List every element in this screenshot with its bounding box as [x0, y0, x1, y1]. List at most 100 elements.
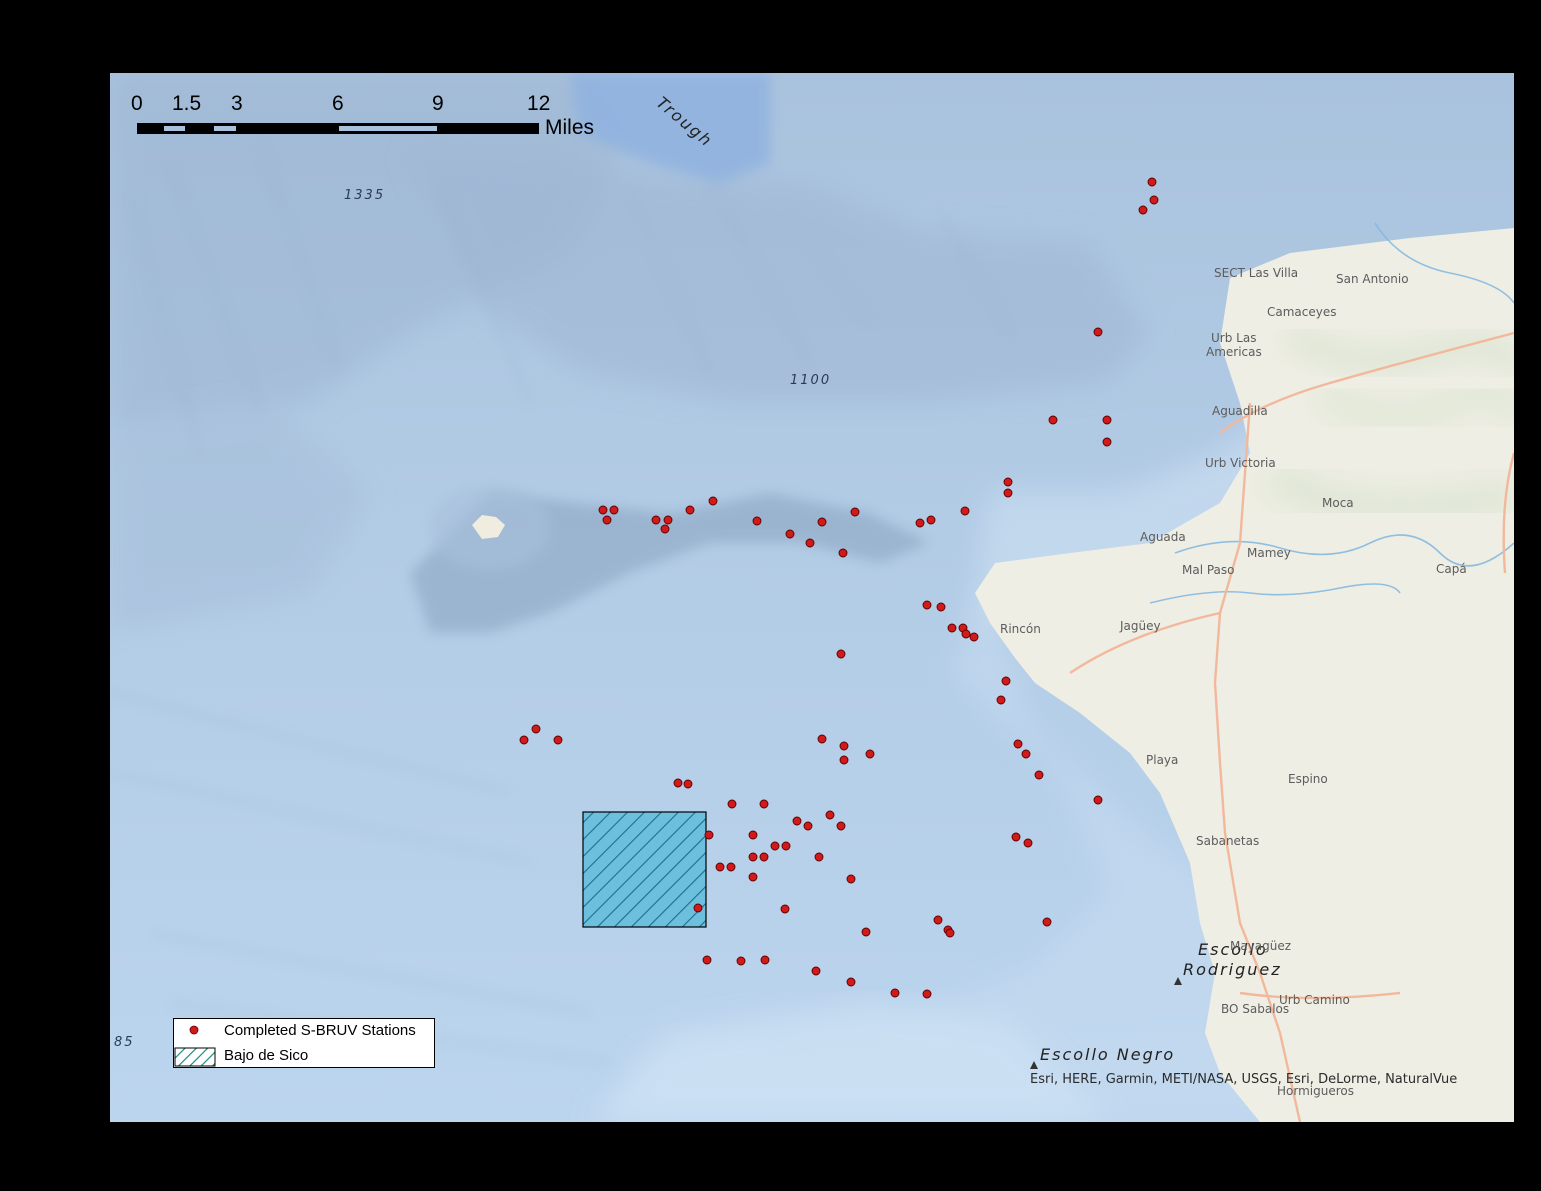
legend-label: Bajo de Sico [224, 1047, 309, 1064]
station-point[interactable] [792, 816, 802, 826]
town-label: SECT Las Villa [1214, 266, 1299, 280]
town-label: San Antonio [1336, 272, 1409, 286]
scale-unit: Miles [545, 116, 595, 139]
station-point[interactable] [817, 517, 827, 527]
station-point[interactable] [922, 600, 932, 610]
station-point[interactable] [1149, 195, 1159, 205]
escollo-rodriguez-label-2: Rodriguez [1183, 960, 1282, 979]
station-point[interactable] [825, 810, 835, 820]
station-point[interactable] [1042, 917, 1052, 927]
station-point[interactable] [865, 749, 875, 759]
station-point[interactable] [683, 779, 693, 789]
station-point[interactable] [1013, 739, 1023, 749]
station-point[interactable] [969, 632, 979, 642]
station-point[interactable] [915, 518, 925, 528]
station-point[interactable] [926, 515, 936, 525]
station-point[interactable] [602, 515, 612, 525]
station-point[interactable] [846, 977, 856, 987]
station-point[interactable] [814, 852, 824, 862]
station-point[interactable] [663, 515, 673, 525]
station-point[interactable] [836, 821, 846, 831]
station-point[interactable] [1021, 749, 1031, 759]
station-point[interactable] [811, 966, 821, 976]
station-point[interactable] [704, 830, 714, 840]
station-point[interactable] [673, 778, 683, 788]
station-point[interactable] [839, 741, 849, 751]
escollo-negro-label: Escollo Negro [1040, 1045, 1176, 1064]
station-point[interactable] [890, 988, 900, 998]
station-point[interactable] [651, 515, 661, 525]
station-point[interactable] [936, 602, 946, 612]
station-point[interactable] [805, 538, 815, 548]
station-point[interactable] [553, 735, 563, 745]
station-point[interactable] [785, 529, 795, 539]
station-point[interactable] [817, 734, 827, 744]
station-point[interactable] [1093, 327, 1103, 337]
station-point[interactable] [961, 629, 971, 639]
town-label: BO Sabalos [1221, 1002, 1290, 1016]
station-point[interactable] [1048, 415, 1058, 425]
station-point[interactable] [803, 821, 813, 831]
station-point[interactable] [1003, 488, 1013, 498]
station-point[interactable] [947, 623, 957, 633]
station-point[interactable] [748, 852, 758, 862]
town-label: Urb Camino [1279, 993, 1350, 1007]
station-point[interactable] [838, 548, 848, 558]
station-point[interactable] [598, 505, 608, 515]
station-point[interactable] [702, 955, 712, 965]
town-label: Playa [1146, 753, 1179, 767]
station-point[interactable] [1147, 177, 1157, 187]
station-point[interactable] [752, 516, 762, 526]
station-point[interactable] [1138, 205, 1148, 215]
map-view[interactable]: 1335 1100 85 Trough Escollo Rodriguez Es… [110, 73, 1514, 1122]
station-point[interactable] [759, 852, 769, 862]
station-point[interactable] [727, 799, 737, 809]
scale-tick-label: 12 [527, 92, 551, 115]
station-point[interactable] [736, 956, 746, 966]
station-point[interactable] [996, 695, 1006, 705]
station-point[interactable] [708, 496, 718, 506]
town-label: Camaceyes [1267, 305, 1337, 319]
station-point[interactable] [846, 874, 856, 884]
station-point[interactable] [1011, 832, 1021, 842]
station-point[interactable] [861, 927, 871, 937]
map-attribution: Esri, HERE, Garmin, METI/NASA, USGS, Esr… [1030, 1072, 1458, 1087]
station-point[interactable] [1034, 770, 1044, 780]
station-point[interactable] [1102, 437, 1112, 447]
station-point[interactable] [1003, 477, 1013, 487]
station-point[interactable] [922, 989, 932, 999]
town-label: Mamey [1247, 546, 1291, 560]
station-point[interactable] [1093, 795, 1103, 805]
station-point[interactable] [609, 505, 619, 515]
town-label: Urb Victoria [1205, 456, 1276, 470]
station-point[interactable] [759, 799, 769, 809]
station-point[interactable] [960, 506, 970, 516]
station-point[interactable] [780, 904, 790, 914]
station-point[interactable] [1102, 415, 1112, 425]
station-point[interactable] [726, 862, 736, 872]
station-point[interactable] [1001, 676, 1011, 686]
station-point[interactable] [715, 862, 725, 872]
station-point[interactable] [945, 928, 955, 938]
station-point[interactable] [933, 915, 943, 925]
station-point[interactable] [531, 724, 541, 734]
station-point[interactable] [760, 955, 770, 965]
station-point[interactable] [1023, 838, 1033, 848]
town-label: Aguada [1140, 530, 1186, 544]
town-label: Moca [1322, 496, 1354, 510]
station-point[interactable] [748, 830, 758, 840]
station-point[interactable] [660, 524, 670, 534]
station-point[interactable] [850, 507, 860, 517]
town-label: Rincón [1000, 622, 1041, 636]
station-point[interactable] [748, 872, 758, 882]
station-point[interactable] [685, 505, 695, 515]
bajo-de-sico-area[interactable] [582, 811, 707, 928]
station-point[interactable] [781, 841, 791, 851]
station-point[interactable] [519, 735, 529, 745]
station-point[interactable] [770, 841, 780, 851]
station-point[interactable] [839, 755, 849, 765]
legend-label: Completed S-BRUV Stations [224, 1022, 416, 1039]
town-label: Sabanetas [1196, 834, 1260, 848]
station-point[interactable] [693, 903, 703, 913]
station-point[interactable] [836, 649, 846, 659]
